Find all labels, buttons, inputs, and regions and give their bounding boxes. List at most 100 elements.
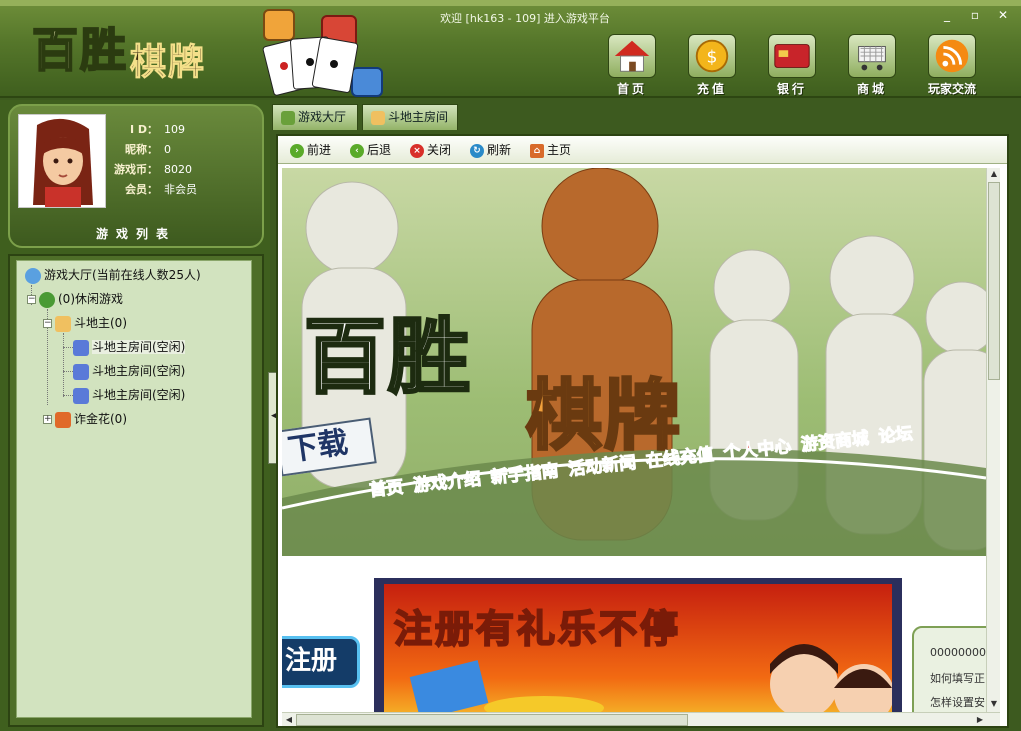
faq-panel: 0000000000 如何填写正 怎样设置安: [912, 626, 986, 712]
welcome-message: 欢迎 [hk163 - 109] 进入游戏平台: [440, 12, 610, 25]
scroll-left-arrow-icon[interactable]: ◀: [283, 714, 295, 726]
room-icon: [73, 363, 89, 380]
nav-recharge-button[interactable]: $ 充值: [682, 34, 742, 96]
tree-room[interactable]: 斗地主房间(空闲): [73, 337, 186, 357]
tree-room[interactable]: 斗地主房间(空闲): [73, 361, 185, 381]
nickname-value: 0: [164, 143, 171, 156]
faq-item[interactable]: 如何填写正: [930, 670, 985, 686]
collapse-toggle[interactable]: −: [43, 319, 52, 328]
horizontal-scroll-thumb[interactable]: [296, 714, 688, 726]
nav-shop-button[interactable]: 商城: [842, 34, 902, 96]
game-list-heading: 游戏列表: [95, 227, 176, 241]
room-icon: [73, 339, 89, 356]
scroll-right-arrow-icon[interactable]: ▶: [974, 714, 986, 726]
promo-image: 注册有礼乐不停: [384, 584, 892, 712]
game-tree: 游戏大厅(当前在线人数25人) − (0)休闲游戏 − 斗地主(0) 斗地主房间(空…: [16, 260, 252, 718]
game-tree-panel: 游戏大厅(当前在线人数25人) − (0)休闲游戏 − 斗地主(0) 斗地主房间(空…: [8, 254, 264, 727]
logo-text-2: 棋牌: [129, 41, 207, 84]
left-panel: I D： 109 昵称： 0 游戏币： 8020 会员： 非会员 游戏列表 游戏大厅(当…: [0, 100, 270, 731]
faq-title: 常见问: [913, 590, 981, 616]
scroll-up-arrow-icon[interactable]: ▲: [988, 168, 1000, 180]
vertical-scroll-thumb[interactable]: [988, 182, 1000, 380]
globe-icon: [25, 267, 41, 284]
user-profile-card: I D： 109 昵称： 0 游戏币： 8020 会员： 非会员 游戏列表: [8, 104, 264, 248]
close-icon: ×: [410, 143, 424, 158]
tree-room[interactable]: 斗地主房间(空闲): [73, 385, 185, 405]
tree-root-lobby[interactable]: 游戏大厅(当前在线人数25人): [25, 265, 201, 285]
minimize-button[interactable]: _: [938, 8, 956, 22]
refresh-button[interactable]: ↻ 刷新: [470, 141, 511, 159]
avatar: [18, 114, 106, 208]
close-window-button[interactable]: ✕: [994, 8, 1012, 22]
tree-game-label: 斗地主(0): [74, 316, 127, 330]
nav-community-button[interactable]: 玩家交流: [922, 34, 982, 96]
tree-game-zhajinhua[interactable]: + 诈金花(0): [43, 409, 127, 429]
farmer-icon: [55, 315, 71, 332]
restore-button[interactable]: ▫: [966, 8, 984, 22]
back-label: 后退: [367, 143, 392, 157]
member-label: 会员：: [125, 183, 158, 196]
faq-item[interactable]: 0000000000: [930, 646, 986, 659]
bank-card-icon: [768, 34, 816, 78]
banner-nav-forum[interactable]: 论坛: [877, 423, 914, 447]
tree-game-label: 诈金花(0): [74, 412, 127, 426]
home-label: 主页: [547, 143, 572, 157]
cards-icon: [55, 411, 71, 428]
banner-title-1: 百胜: [302, 308, 473, 407]
nav-shop-label: 商城: [856, 82, 887, 96]
tree-category-label: (0)休闲游戏: [58, 292, 123, 306]
id-value: 109: [164, 123, 185, 136]
home-button[interactable]: ⌂ 主页: [530, 141, 571, 159]
tab-game-lobby[interactable]: 游戏大厅: [272, 104, 358, 130]
refresh-icon: ↻: [470, 143, 484, 158]
scroll-down-arrow-icon[interactable]: ▼: [988, 698, 1000, 710]
faq-item[interactable]: 怎样设置安: [930, 694, 985, 710]
tree-game-doudizhu[interactable]: − 斗地主(0): [43, 313, 127, 333]
close-button[interactable]: × 关闭: [410, 141, 451, 159]
lobby-icon: [281, 110, 295, 125]
promo-art-icon: [409, 644, 892, 712]
svg-text:$: $: [707, 48, 718, 68]
banner-nav-home[interactable]: 首页: [368, 477, 405, 501]
close-label: 关闭: [427, 143, 452, 157]
house-icon: [608, 34, 656, 78]
register-button[interactable]: 注册: [282, 636, 360, 688]
forward-label: 前进: [307, 143, 332, 157]
tree-category-casual[interactable]: − (0)休闲游戏: [27, 289, 123, 309]
collapse-toggle[interactable]: −: [27, 295, 36, 304]
browser-toolbar: › 前进 ‹ 后退 × 关闭 ↻ 刷新 ⌂ 主页: [278, 136, 1007, 164]
app-logo: 百胜棋牌: [31, 14, 207, 84]
back-button[interactable]: ‹ 后退: [350, 141, 391, 159]
farmer-icon: [371, 110, 385, 125]
shopping-cart-icon: [848, 34, 896, 78]
title-bar-highlight: [0, 0, 1021, 6]
site-banner: 百胜 棋牌 下载 首页 游戏介绍 新手指南 活动新闻 在线充值 个人中心 游资商城 论坛: [282, 168, 986, 556]
tab-doudizhu-room[interactable]: 斗地主房间: [362, 104, 458, 130]
nav-bank-button[interactable]: 银行: [762, 34, 822, 96]
vertical-scrollbar[interactable]: ▲ ▼: [986, 168, 1000, 712]
tab-room-label: 斗地主房间: [388, 110, 449, 124]
arrow-left-icon: ‹: [350, 143, 364, 158]
promo-banner[interactable]: 注册有礼乐不停: [374, 578, 902, 712]
nickname-label: 昵称：: [125, 143, 158, 156]
tab-lobby-label: 游戏大厅: [298, 110, 347, 124]
tree-room-label: 斗地主房间(空闲): [92, 340, 186, 354]
coin-icon: $: [688, 34, 736, 78]
nav-bank-label: 银行: [776, 82, 807, 96]
forward-button[interactable]: › 前进: [290, 141, 331, 159]
web-content: 百胜 棋牌 下载 首页 游戏介绍 新手指南 活动新闻 在线充值 个人中心 游资商城 论坛 注册…: [282, 168, 986, 712]
coins-value: 8020: [164, 163, 192, 176]
tree-room-label: 斗地主房间(空闲): [92, 388, 186, 402]
nav-community-label: 玩家交流: [927, 82, 976, 96]
room-icon: [73, 387, 89, 404]
coins-label: 游戏币：: [114, 163, 158, 176]
nav-home-button[interactable]: 首页: [602, 34, 662, 96]
dice-cards-logo-icon: [262, 9, 383, 97]
tree-room-label: 斗地主房间(空闲): [92, 364, 186, 378]
expand-toggle[interactable]: +: [43, 415, 52, 424]
nav-home-label: 首页: [616, 82, 647, 96]
refresh-label: 刷新: [487, 143, 512, 157]
horizontal-scrollbar[interactable]: ◀ ▶: [282, 712, 1000, 726]
rss-icon: [928, 34, 976, 78]
member-value: 非会员: [164, 183, 197, 196]
